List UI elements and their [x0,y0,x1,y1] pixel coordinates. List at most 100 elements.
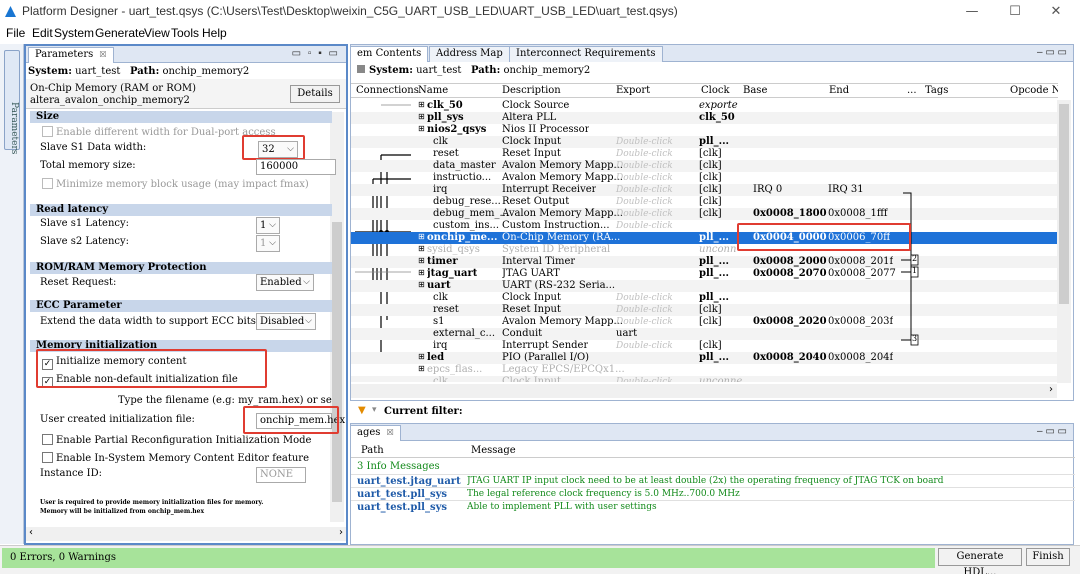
table-row[interactable]: custom_ins... Custom Instruction... Double… [351,220,1058,232]
row-export[interactable]: Double-click [616,305,673,315]
expand-icon[interactable]: ⊞ [418,124,425,133]
contents-vertical-scrollbar[interactable] [1057,100,1071,383]
expand-icon[interactable]: ⊞ [418,280,425,289]
tab-address-map[interactable]: Address Map [429,46,510,62]
table-row[interactable]: data_master Avalon Memory Mapp... Double-c… [351,160,1058,172]
col-name[interactable]: Name [418,85,448,96]
finish-button[interactable]: Finish [1026,548,1070,566]
expand-icon[interactable]: ⊞ [418,100,425,109]
col-connections[interactable]: Connections [356,85,419,96]
message-row[interactable]: uart_test.jtag_uart JTAG UART IP input cl… [351,474,1075,487]
tab-messages[interactable]: ages ☒ [351,425,401,441]
message-row[interactable]: uart_test.pll_sys Able to implement PLL w… [351,500,1075,513]
col-clock[interactable]: Clock [701,85,730,96]
contents-scroll-thumb[interactable] [1059,104,1069,304]
close-window-button[interactable]: ✕ [1042,2,1070,22]
info-messages-group[interactable]: 3 Info Messages [357,461,440,472]
ecc-select[interactable]: Disabled ⌵ [256,313,316,330]
row-export[interactable]: Double-click [616,293,673,303]
col-description[interactable]: Description [502,85,561,96]
params-scroll-thumb[interactable] [332,222,342,502]
instance-id-field[interactable]: NONE [256,467,306,483]
row-export[interactable]: Double-click [616,173,673,183]
table-row[interactable]: external_c... Conduit uart [351,328,1058,340]
table-row[interactable]: irq Interrupt Sender Double-click [clk] [351,340,1058,352]
message-row[interactable]: uart_test.pll_sys The legal reference clo… [351,487,1075,500]
row-export[interactable]: Double-click [616,317,673,327]
dual-port-checkbox[interactable] [42,126,53,137]
expand-icon[interactable]: ⊞ [418,352,425,361]
details-button[interactable]: Details [290,85,340,103]
view-controls-icon[interactable]: – ▭ ▭ [1037,47,1067,58]
row-export[interactable]: Double-click [616,137,673,147]
col-tags[interactable]: Tags [925,85,948,96]
menu-help[interactable]: Help [202,26,227,40]
table-row[interactable]: debug_rese... Reset Output Double-click [cl… [351,196,1058,208]
menu-view[interactable]: View [144,26,170,40]
row-export[interactable]: Double-click [616,377,673,382]
row-export[interactable]: Double-click [616,149,673,159]
table-row[interactable]: clk Clock Input Double-click pll_... [351,292,1058,304]
total-size-field[interactable]: 160000 [256,159,336,175]
table-row[interactable]: s1 Avalon Memory Mapp... Double-click [clk]… [351,316,1058,328]
menu-tools[interactable]: Tools [171,26,199,40]
table-row[interactable]: ⊞ led PIO (Parallel I/O) pll_... 0x0008_2040… [351,352,1058,364]
tab-parameters[interactable]: Parameters ☒ [28,47,114,63]
maximize-button[interactable]: ☐ [1001,2,1029,22]
section-size[interactable]: Size [30,111,332,123]
col-more[interactable]: ... [907,85,917,96]
tab-close-icon[interactable]: ☒ [387,428,394,437]
table-row[interactable]: ⊞ epcs_flas... Legacy EPCS/EPCQx1... [351,364,1058,376]
col-opcode[interactable]: Opcode Na [1010,85,1058,96]
expand-icon[interactable]: ⊞ [418,364,425,373]
generate-hdl-button[interactable]: Generate HDL... [938,548,1022,574]
view-controls-icon[interactable]: – ▭ ▭ [1037,426,1067,437]
table-row[interactable]: ⊞ nios2_qsys Nios II Processor [351,124,1058,136]
partial-checkbox[interactable] [42,434,53,445]
row-export[interactable]: Double-click [616,185,673,195]
menu-edit[interactable]: Edit [32,26,53,40]
section-rom-ram-protection[interactable]: ROM/RAM Memory Protection [30,262,332,274]
col-base[interactable]: Base [743,85,767,96]
table-row[interactable]: ⊞ timer Interval Timer pll_... 0x0008_2000 0x… [351,256,1058,268]
row-export[interactable]: Double-click [616,341,673,351]
table-row[interactable]: reset Reset Input Double-click [clk] [351,148,1058,160]
minimize-button[interactable]: — [958,2,986,22]
msg-col-message[interactable]: Message [471,445,516,456]
filter-icon[interactable]: ▼ [358,405,366,416]
s1-latency-select[interactable]: 1 ⌵ [256,217,280,234]
table-row[interactable]: ⊞ pll_sys Altera PLL clk_50 [351,112,1058,124]
view-controls-icon[interactable]: ▭ ▫ ▪ ▭ [292,48,340,59]
table-row[interactable]: clk Clock Input Double-click unconne [351,376,1058,382]
row-export[interactable]: uart [616,328,637,339]
menu-generate[interactable]: Generate [95,26,145,40]
table-row[interactable]: ⊞ sysid_qsys System ID Peripheral unconn [351,244,1058,256]
table-row[interactable]: ⊞ uart UART (RS-232 Seria... [351,280,1058,292]
table-row[interactable]: clk Clock Input Double-click pll_... [351,136,1058,148]
scroll-right-icon[interactable]: › [339,527,343,538]
expand-icon[interactable]: ⊞ [418,268,425,277]
expand-icon[interactable]: ⊞ [418,112,425,121]
scroll-left-icon[interactable]: ‹ [29,527,33,538]
scroll-right-icon[interactable]: › [1049,384,1053,395]
tab-interconnect[interactable]: Interconnect Requirements [509,46,663,62]
expand-icon[interactable]: ⊞ [418,232,425,241]
insys-checkbox[interactable] [42,452,53,463]
tab-close-icon[interactable]: ☒ [99,50,106,59]
contents-horizontal-scrollbar[interactable]: › [351,384,1057,398]
minimize-checkbox[interactable] [42,178,53,189]
table-row[interactable]: reset Reset Input Double-click [clk] [351,304,1058,316]
expand-icon[interactable]: ⊞ [418,256,425,265]
section-read-latency[interactable]: Read latency [30,204,332,216]
s2-latency-select[interactable]: 1 ⌵ [256,235,280,252]
expand-icon[interactable]: ⊞ [418,244,425,253]
section-ecc[interactable]: ECC Parameter [30,300,332,312]
row-export[interactable]: Double-click [616,197,673,207]
table-row[interactable]: irq Interrupt Receiver Double-click [clk] IR… [351,184,1058,196]
menu-system[interactable]: System [54,26,94,40]
row-export[interactable]: Double-click [616,209,673,219]
row-export[interactable]: Double-click [616,161,673,171]
col-export[interactable]: Export [616,85,650,96]
params-horizontal-scrollbar[interactable]: ‹ › [26,527,346,541]
filter-clear-icon[interactable]: ▾ [372,405,377,415]
